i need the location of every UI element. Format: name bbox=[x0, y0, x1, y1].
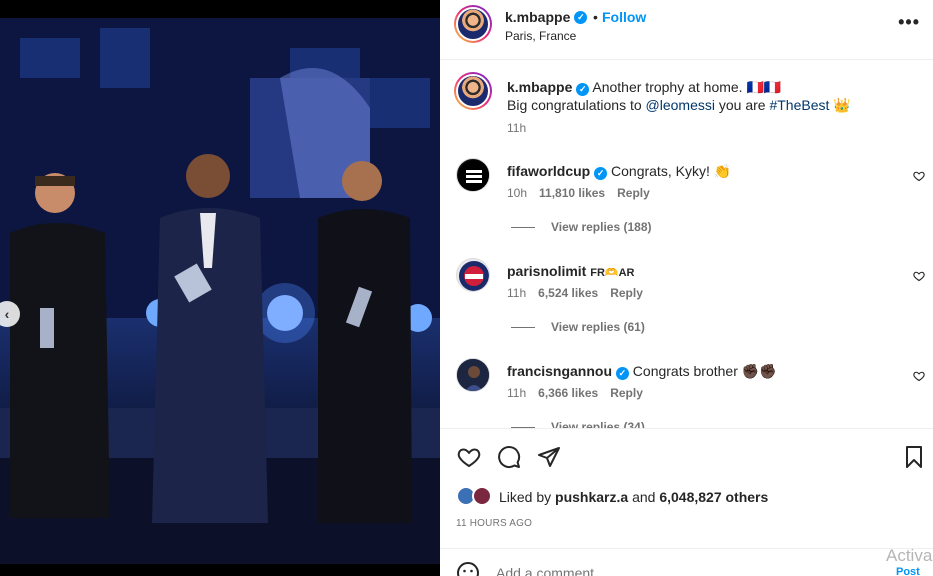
verified-icon: ✓ bbox=[615, 367, 629, 380]
post-actions: Liked by pushkarz.a and 6,048,827 others… bbox=[440, 428, 933, 548]
caption-meta: 11h bbox=[507, 121, 526, 135]
emoji-icon[interactable] bbox=[456, 561, 480, 576]
comment-body: FR🫶AR bbox=[590, 267, 635, 279]
comment-like-icon[interactable] bbox=[913, 270, 925, 282]
stage-illustration bbox=[0, 18, 440, 564]
comment-avatar[interactable] bbox=[456, 258, 490, 292]
caption-mid: you are bbox=[714, 97, 770, 113]
reply-button[interactable]: Reply bbox=[617, 186, 650, 200]
comment-avatar[interactable] bbox=[456, 158, 490, 192]
comment-username[interactable]: francisngannou bbox=[507, 363, 612, 379]
caption-avatar[interactable] bbox=[454, 72, 492, 110]
post-side-panel: k.mbappe ✓ • Follow Paris, France ••• k.… bbox=[440, 0, 933, 576]
comments-list[interactable]: k.mbappe ✓ Another trophy at home. 🇫🇷🇫🇷 … bbox=[440, 60, 933, 428]
comment-username[interactable]: parisnolimit bbox=[507, 263, 586, 279]
comment-like-icon[interactable] bbox=[913, 170, 925, 182]
share-icon[interactable] bbox=[537, 445, 561, 469]
comment-time[interactable]: 10h bbox=[507, 186, 527, 200]
caption-username[interactable]: k.mbappe bbox=[507, 79, 572, 95]
liked-by-prefix: Liked by bbox=[499, 489, 556, 505]
add-comment-input[interactable] bbox=[496, 565, 796, 576]
comment-meta: 11h 6,524 likes Reply bbox=[507, 286, 643, 300]
comment-time[interactable]: 11h bbox=[507, 386, 526, 400]
comment-time[interactable]: 11h bbox=[507, 286, 526, 300]
view-replies-button[interactable]: View replies (61) bbox=[511, 320, 645, 334]
caption-hashtag[interactable]: #TheBest bbox=[769, 97, 829, 113]
view-replies-line bbox=[511, 326, 535, 328]
verified-icon: ✓ bbox=[594, 167, 608, 180]
view-replies-line bbox=[511, 226, 535, 228]
author-avatar-image bbox=[456, 7, 490, 41]
follow-button[interactable]: Follow bbox=[602, 9, 646, 25]
verified-icon: ✓ bbox=[576, 83, 590, 96]
verified-icon: ✓ bbox=[574, 10, 588, 24]
post-photo[interactable]: ‹ bbox=[0, 18, 440, 564]
header-separator: • bbox=[593, 9, 598, 25]
bookmark-icon[interactable] bbox=[902, 445, 926, 469]
liked-by-count[interactable]: 6,048,827 others bbox=[659, 489, 768, 505]
comment-text: fifaworldcup ✓ Congrats, Kyky! 👏 bbox=[507, 162, 907, 180]
comment-text: francisngannou ✓ Congrats brother ✊🏿✊🏿 bbox=[507, 362, 907, 380]
view-replies-label[interactable]: View replies (34) bbox=[551, 420, 645, 428]
author-username[interactable]: k.mbappe bbox=[505, 9, 570, 25]
fifa-logo-icon bbox=[458, 160, 489, 191]
comment-avatar[interactable] bbox=[456, 358, 490, 392]
comment-body: Congrats, Kyky! 👏 bbox=[611, 163, 732, 179]
caption-avatar-image bbox=[456, 74, 490, 108]
liked-by-user[interactable]: pushkarz.a bbox=[555, 489, 628, 505]
author-avatar[interactable] bbox=[454, 5, 492, 43]
psg-logo-icon bbox=[459, 261, 489, 291]
comment-likes[interactable]: 11,810 likes bbox=[539, 186, 605, 200]
view-replies-button[interactable]: View replies (188) bbox=[511, 220, 652, 234]
post-header: k.mbappe ✓ • Follow Paris, France ••• bbox=[440, 0, 933, 60]
liked-by-mid: and bbox=[628, 489, 660, 505]
avatar-photo-icon bbox=[457, 359, 489, 391]
caption-text: k.mbappe ✓ Another trophy at home. 🇫🇷🇫🇷 … bbox=[507, 78, 907, 114]
caption-emoji: 👑 bbox=[833, 97, 851, 113]
view-replies-label[interactable]: View replies (61) bbox=[551, 320, 645, 334]
post-button[interactable]: Post bbox=[896, 566, 920, 576]
heart-icon[interactable] bbox=[457, 445, 481, 469]
add-comment-bar bbox=[440, 548, 933, 576]
post-location[interactable]: Paris, France bbox=[505, 29, 576, 43]
activate-windows-watermark: Activa bbox=[886, 546, 933, 565]
caption-line2-prefix: Big congratulations to bbox=[507, 97, 646, 113]
comment-text: parisnolimit FR🫶AR bbox=[507, 262, 907, 282]
post-time-ago[interactable]: 11 HOURS AGO bbox=[456, 518, 532, 529]
caption-time[interactable]: 11h bbox=[507, 121, 526, 135]
comment-icon[interactable] bbox=[497, 445, 521, 469]
comment-body: Congrats brother ✊🏿✊🏿 bbox=[632, 363, 777, 379]
liker-avatar[interactable] bbox=[472, 486, 492, 506]
comment-likes[interactable]: 6,524 likes bbox=[538, 286, 598, 300]
liked-by: Liked by pushkarz.a and 6,048,827 others bbox=[499, 489, 768, 505]
view-replies-button[interactable]: View replies (34) bbox=[511, 420, 645, 428]
comment-meta: 11h 6,366 likes Reply bbox=[507, 386, 643, 400]
reply-button[interactable]: Reply bbox=[610, 286, 643, 300]
comment-username[interactable]: fifaworldcup bbox=[507, 163, 590, 179]
reply-button[interactable]: Reply bbox=[610, 386, 643, 400]
comment-likes[interactable]: 6,366 likes bbox=[538, 386, 598, 400]
caption-mention[interactable]: @leomessi bbox=[646, 97, 715, 113]
comment-meta: 10h 11,810 likes Reply bbox=[507, 186, 650, 200]
view-replies-label[interactable]: View replies (188) bbox=[551, 220, 652, 234]
carousel-prev-icon: ‹ bbox=[4, 306, 10, 322]
author-username-row[interactable]: k.mbappe ✓ bbox=[505, 9, 588, 25]
caption-line1: Another trophy at home. 🇫🇷🇫🇷 bbox=[592, 79, 782, 95]
more-icon[interactable]: ••• bbox=[898, 12, 920, 33]
comment-like-icon[interactable] bbox=[913, 370, 925, 382]
